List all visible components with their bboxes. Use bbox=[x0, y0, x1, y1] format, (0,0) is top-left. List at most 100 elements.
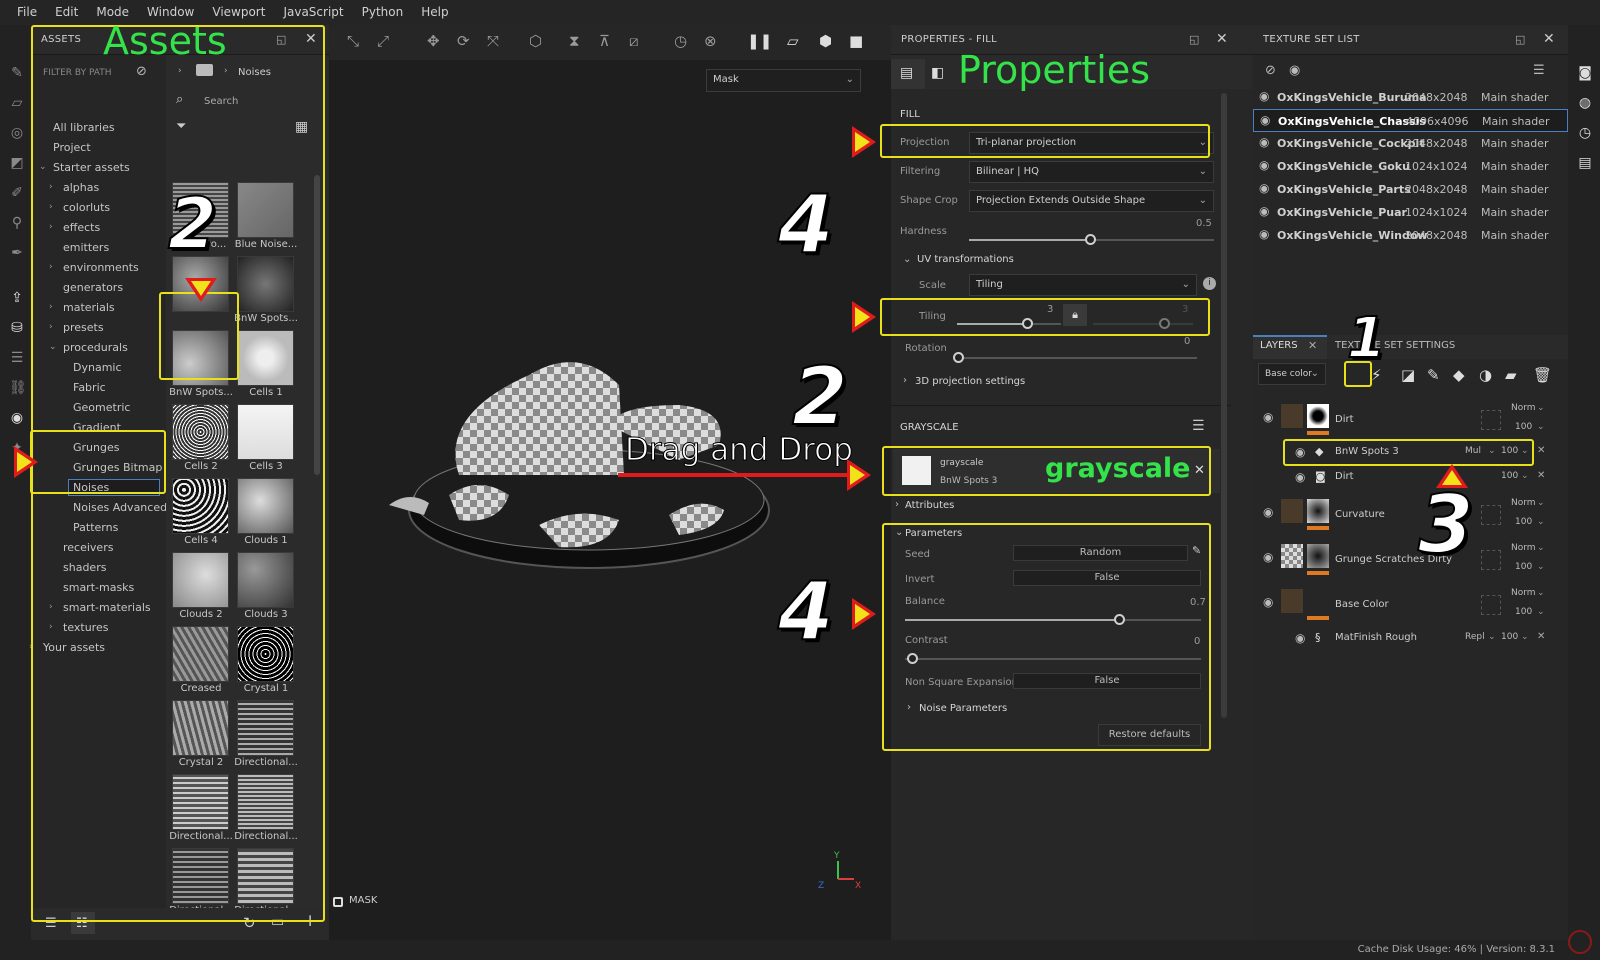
menu-python[interactable]: Python bbox=[353, 0, 413, 25]
layers-stack-icon[interactable]: ☰ bbox=[9, 350, 25, 366]
grid-view-icon[interactable]: ▦ bbox=[295, 119, 308, 135]
tree-item[interactable]: receivers bbox=[63, 541, 113, 554]
display-settings-icon[interactable]: ◍ bbox=[1577, 95, 1593, 111]
camera-settings-icon[interactable]: ◙ bbox=[1577, 65, 1593, 81]
filter-icon[interactable]: ⏷ bbox=[176, 119, 186, 134]
chevron-right-icon[interactable]: › bbox=[907, 702, 911, 713]
chevron-right-icon[interactable]: › bbox=[29, 642, 33, 652]
scrollbar[interactable] bbox=[314, 175, 320, 475]
add-mask-icon[interactable]: ◪ bbox=[1401, 366, 1415, 384]
texture-set-row[interactable]: ◉ OxKingsVehicle_Puar 1024x1024 Main shader bbox=[1253, 201, 1568, 224]
eye-icon[interactable]: ◉ bbox=[1295, 631, 1305, 645]
eye-icon[interactable]: ◉ bbox=[1295, 445, 1305, 459]
rotation-slider[interactable] bbox=[953, 352, 1197, 363]
polygon-fill-icon[interactable]: ◩ bbox=[9, 155, 25, 171]
noise-parameters-header[interactable]: Noise Parameters bbox=[919, 703, 1007, 714]
texture-set-row[interactable]: ◉ OxKingsVehicle_Chassis 4096x4096 Main sha… bbox=[1253, 109, 1568, 132]
tree-item[interactable]: generators bbox=[63, 281, 123, 294]
texture-set-row[interactable]: ◉ OxKingsVehicle_Buruma 2048x2048 Main shad… bbox=[1253, 86, 1568, 109]
restore-defaults-button[interactable]: Restore defaults bbox=[1098, 724, 1201, 746]
remove-icon[interactable]: ✕ bbox=[1194, 463, 1205, 478]
hardness-slider[interactable] bbox=[969, 234, 1214, 245]
viewport[interactable]: ⤡ ⤢ ✥ ⟳ ⤧ ⬡ ⧗ ⊼ ⧄ ◷ ⊗ ❚❚ ▱ ⬢ ■ Mask ⌄ Y … bbox=[329, 25, 891, 940]
asset-thumbnail[interactable] bbox=[172, 848, 229, 904]
asset-thumbnail[interactable] bbox=[237, 478, 294, 534]
invert-field[interactable]: False bbox=[1013, 570, 1201, 586]
asset-thumbnail[interactable] bbox=[237, 256, 294, 312]
asset-thumbnail[interactable] bbox=[237, 182, 294, 238]
scrollbar[interactable] bbox=[1221, 93, 1227, 718]
chevron-right-icon[interactable]: › bbox=[49, 262, 53, 272]
filtering-dropdown[interactable]: Bilinear | HQ ⌄ bbox=[969, 161, 1214, 183]
hardness-slider-knob[interactable] bbox=[1085, 234, 1096, 245]
history-icon[interactable]: ◷ bbox=[674, 32, 687, 50]
close-icon[interactable]: ✕ bbox=[1308, 339, 1317, 352]
projection-icon[interactable]: ◎ bbox=[9, 125, 25, 141]
eye-icon[interactable]: ◉ bbox=[1259, 135, 1269, 149]
tiling-slider-knob[interactable] bbox=[1022, 318, 1033, 329]
clone-stamp-icon[interactable]: ⚲ bbox=[9, 215, 25, 231]
eye-icon[interactable]: ◉ bbox=[1263, 410, 1273, 424]
pause-icon[interactable]: ❚❚ bbox=[747, 32, 772, 50]
rotate-icon[interactable]: ⟳ bbox=[457, 32, 470, 50]
export-icon[interactable]: ⇪ bbox=[9, 290, 25, 306]
eye-icon[interactable]: ◉ bbox=[1263, 550, 1273, 564]
move-icon[interactable]: ✥ bbox=[427, 32, 440, 50]
menu-javascript[interactable]: JavaScript bbox=[274, 0, 352, 25]
new-folder-icon[interactable]: ▭ bbox=[271, 914, 284, 930]
camera-icon[interactable]: ◉ bbox=[9, 410, 25, 426]
asset-thumbnail[interactable] bbox=[172, 552, 229, 608]
chevron-right-icon[interactable]: › bbox=[49, 302, 53, 312]
tree-item[interactable]: effects bbox=[63, 221, 100, 234]
eye-icon[interactable]: ◉ bbox=[1259, 89, 1269, 103]
tree-item[interactable]: colorluts bbox=[63, 201, 110, 214]
notification-icon[interactable] bbox=[1568, 930, 1592, 954]
tree-item[interactable]: alphas bbox=[63, 181, 99, 194]
opacity-value[interactable]: 100 bbox=[1515, 607, 1532, 617]
channel-dropdown[interactable]: Base color ⌄ bbox=[1258, 363, 1326, 385]
eye-icon[interactable]: ◉ bbox=[1295, 470, 1305, 484]
chevron-right-icon[interactable]: › bbox=[903, 375, 907, 386]
bake-icon[interactable]: ⛁ bbox=[9, 320, 25, 336]
rotation-slider-knob[interactable] bbox=[953, 352, 964, 363]
tree-item[interactable]: Project bbox=[53, 141, 91, 154]
history-icon[interactable]: ◷ bbox=[1577, 125, 1593, 141]
fill-layer-icon[interactable]: ◆ bbox=[1453, 366, 1465, 384]
layer-row[interactable]: ◉ ◙ Dirt 100 ⌄ ✕ bbox=[1253, 466, 1568, 489]
eye-icon[interactable]: ◉ bbox=[1263, 595, 1273, 609]
lock-icon[interactable]: 🔒︎ bbox=[1063, 304, 1087, 326]
mask-tab-icon[interactable]: ◧ bbox=[931, 65, 944, 81]
tree-item[interactable]: presets bbox=[63, 321, 104, 334]
tree-item[interactable]: Fabric bbox=[73, 381, 106, 394]
menu-help[interactable]: Help bbox=[412, 0, 457, 25]
view-2d-icon[interactable]: ▱ bbox=[787, 32, 799, 50]
asset-thumbnail[interactable] bbox=[172, 478, 229, 534]
balance-slider[interactable] bbox=[905, 614, 1201, 625]
parameters-header[interactable]: Parameters bbox=[905, 528, 962, 539]
scale-icon[interactable]: ⤧ bbox=[487, 32, 499, 50]
balance-slider-knob[interactable] bbox=[1114, 614, 1125, 625]
menu-edit[interactable]: Edit bbox=[46, 0, 87, 25]
smudge-icon[interactable]: ✐ bbox=[9, 185, 25, 201]
undock-icon[interactable]: ◱ bbox=[276, 33, 287, 46]
tree-item[interactable]: Noises bbox=[68, 479, 160, 496]
remove-icon[interactable]: ✕ bbox=[1537, 631, 1545, 642]
layer-row[interactable]: ◉ Base Color Norm ⌄ 100 ⌄ bbox=[1253, 585, 1568, 630]
view-3d-icon[interactable]: ⬢ bbox=[819, 32, 832, 50]
chevron-right-icon[interactable]: › bbox=[49, 182, 53, 192]
blend-mode[interactable]: Norm bbox=[1511, 498, 1536, 508]
mirror-icon[interactable]: ⊼ bbox=[599, 32, 610, 50]
eye-icon[interactable]: ◉ bbox=[1259, 158, 1269, 172]
asset-thumbnail[interactable] bbox=[172, 774, 229, 830]
asset-thumbnail[interactable] bbox=[237, 700, 294, 756]
edit-icon[interactable]: ✎ bbox=[1192, 544, 1201, 557]
layer-row[interactable]: ◉ Grunge Scratches Dirty Norm ⌄ 100 ⌄ bbox=[1253, 540, 1568, 585]
tree-item[interactable]: environments bbox=[63, 261, 139, 274]
no-symmetry-icon[interactable]: ⧄ bbox=[629, 32, 639, 50]
tree-item[interactable]: smart-masks bbox=[63, 581, 134, 594]
chevron-right-icon[interactable]: › bbox=[895, 499, 899, 510]
blend-mode[interactable]: Norm bbox=[1511, 543, 1536, 553]
picker-icon[interactable]: ✒ bbox=[9, 245, 25, 261]
remove-icon[interactable]: ✕ bbox=[1537, 470, 1545, 481]
menu-file[interactable]: File bbox=[8, 0, 46, 25]
